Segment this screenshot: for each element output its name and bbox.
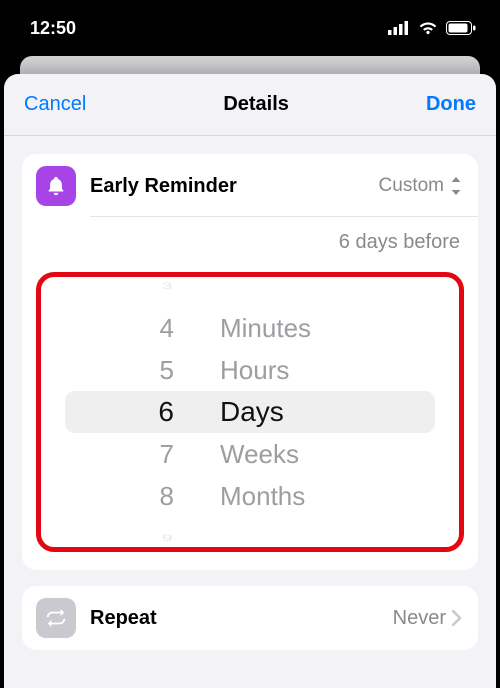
early-reminder-mode-label: Custom xyxy=(379,175,444,197)
wifi-icon xyxy=(418,21,438,35)
picker-number-item[interactable]: 5 xyxy=(160,349,174,391)
status-right xyxy=(388,21,476,35)
cellular-icon xyxy=(388,21,410,35)
picker-unit-item[interactable]: Hours xyxy=(220,349,289,391)
repeat-icon xyxy=(36,598,76,638)
page-title: Details xyxy=(223,93,289,116)
picker-unit-item[interactable]: Weeks xyxy=(220,433,299,475)
details-sheet: Cancel Details Done Early Reminder Custo… xyxy=(4,74,496,688)
picker-unit-column[interactable]: Minutes Hours Days Weeks Months xyxy=(210,277,410,547)
picker-number-selected[interactable]: 6 xyxy=(158,391,174,433)
status-bar: 12:50 xyxy=(0,0,500,56)
early-reminder-title: Early Reminder xyxy=(90,175,365,198)
repeat-value-text: Never xyxy=(393,607,446,630)
early-reminder-card: Early Reminder Custom 6 days before 3 4 … xyxy=(22,154,478,570)
cancel-button[interactable]: Cancel xyxy=(24,93,86,116)
picker-unit-selected[interactable]: Days xyxy=(220,391,284,433)
bell-icon xyxy=(36,166,76,206)
repeat-card: Repeat Never xyxy=(22,586,478,650)
picker-unit-item[interactable]: Minutes xyxy=(220,307,311,349)
picker-number-item[interactable]: 3 xyxy=(161,279,172,294)
picker-number-item[interactable]: 4 xyxy=(160,307,174,349)
done-button[interactable]: Done xyxy=(426,93,476,116)
battery-icon xyxy=(446,21,476,35)
background-sheet-peek xyxy=(20,56,480,74)
up-down-chevron-icon xyxy=(450,177,462,195)
picker-number-item[interactable]: 8 xyxy=(160,475,174,517)
repeat-row[interactable]: Repeat Never xyxy=(22,586,478,650)
picker-number-item[interactable]: 9 xyxy=(161,531,172,546)
picker-number-item[interactable]: 7 xyxy=(160,433,174,475)
chevron-right-icon xyxy=(452,610,462,626)
early-reminder-row[interactable]: Early Reminder Custom xyxy=(22,154,478,216)
nav-bar: Cancel Details Done xyxy=(4,74,496,136)
early-reminder-summary: 6 days before xyxy=(22,217,478,264)
picker-number-column[interactable]: 3 4 5 6 7 8 9 xyxy=(90,277,210,547)
picker-unit-item[interactable]: Months xyxy=(220,475,305,517)
repeat-title: Repeat xyxy=(90,607,379,630)
picker-highlight-frame: 3 4 5 6 7 8 9 Minutes Hours Days Weeks M… xyxy=(36,272,464,552)
repeat-value: Never xyxy=(393,607,462,630)
early-reminder-mode-picker[interactable]: Custom xyxy=(379,175,462,197)
sheet-content: Early Reminder Custom 6 days before 3 4 … xyxy=(4,136,496,688)
time-picker: 3 4 5 6 7 8 9 Minutes Hours Days Weeks M… xyxy=(41,277,459,547)
status-time: 12:50 xyxy=(30,18,76,39)
